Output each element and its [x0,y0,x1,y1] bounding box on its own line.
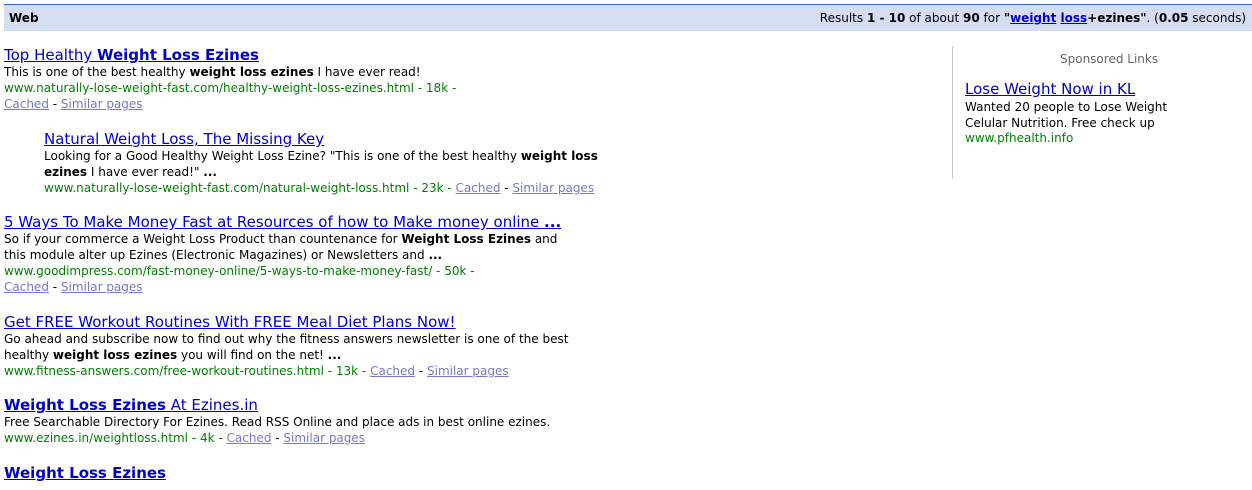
ad-title-link[interactable]: Lose Weight Now in KL [965,80,1135,98]
result-url-meta: www.ezines.in/weightloss.html - 4k - Cac… [4,430,550,446]
cached-link[interactable]: Cached [4,97,49,111]
result-title-link[interactable]: Get FREE Workout Routines With FREE Meal… [4,313,568,331]
snippet-text: I have ever read!" [87,165,204,179]
result-snippet: So if your commerce a Weight Loss Produc… [4,231,561,263]
meta-sep: - [500,181,513,195]
cached-link[interactable]: Cached [370,364,415,378]
query-term-weight-link[interactable]: weight [1010,11,1056,25]
query-rest: +ezines" [1087,11,1147,25]
result-url: www.naturally-lose-weight-fast.com/natur… [44,181,456,195]
ad-url: www.pfhealth.info [965,131,1074,145]
result-title-text: 5 Ways To Make Money Fast at Resources o… [4,213,545,231]
snippet-ellipsis: ... [428,248,443,262]
result-item: Get FREE Workout Routines With FREE Meal… [4,313,568,379]
snippet-bold: ezines [44,165,88,179]
snippet-text: So if your commerce a Weight Loss Produc… [4,232,402,246]
cached-link[interactable]: Cached [456,181,501,195]
result-title-text: At Ezines.in [165,396,258,414]
snippet-text: healthy [4,348,53,362]
similar-pages-link[interactable]: Similar pages [283,431,365,445]
snippet-bold: Weight Loss Ezines [401,232,531,246]
time-prefix: . ( [1146,11,1159,25]
result-item: Weight Loss Ezines At Ezines.in Free Sea… [4,396,550,446]
result-item-indented: Natural Weight Loss, The Missing Key Loo… [44,130,598,196]
result-item: 5 Ways To Make Money Fast at Resources o… [4,213,561,295]
result-title-link[interactable]: Weight Loss Ezines At Ezines.in [4,396,550,414]
snippet-bold: weight loss ezines [52,348,178,362]
of-about-text: of about [905,11,963,25]
result-title-link[interactable]: Weight Loss Ezines [4,464,166,482]
results-header-bar: Web Results 1 - 10 of about 90 for "weig… [4,5,1252,31]
query-term-loss-link[interactable]: loss [1061,11,1088,25]
meta-sep: - [271,431,284,445]
result-url: www.fitness-answers.com/free-workout-rou… [4,364,371,378]
snippet-text: and [531,232,558,246]
snippet-text: Looking for a Good Healthy Weight Loss E… [44,149,521,163]
result-title-bold: Weight Loss Ezines [4,396,166,414]
results-stats: Results 1 - 10 of about 90 for "weight l… [820,11,1246,25]
result-title-link[interactable]: Top Healthy Weight Loss Ezines [4,46,456,64]
sponsored-links-header: Sponsored Links [1060,52,1159,66]
ad-text: Wanted 20 people to Lose Weight Celular … [965,100,1168,130]
total-count: 90 [962,11,980,25]
result-item: Top Healthy Weight Loss Ezines This is o… [4,46,456,112]
result-title-link[interactable]: 5 Ways To Make Money Fast at Resources o… [4,213,561,231]
similar-pages-link[interactable]: Similar pages [427,364,509,378]
result-url-meta: www.fitness-answers.com/free-workout-rou… [4,363,568,379]
result-item: Weight Loss Ezines [4,464,166,482]
stats-prefix: Results [819,11,867,25]
result-snippet: Looking for a Good Healthy Weight Loss E… [44,148,598,180]
cached-link[interactable]: Cached [4,280,49,294]
ads-divider [952,46,953,179]
range-sep: - [875,11,889,25]
snippet-text: this module alter up Ezines (Electronic … [4,248,429,262]
result-title-bold: Weight Loss Ezines [96,46,259,64]
meta-sep: - [415,364,427,378]
snippet-bold: weight loss ezines [189,65,314,79]
for-text: for [979,11,1004,25]
similar-pages-link[interactable]: Similar pages [512,181,594,195]
result-url: www.ezines.in/weightloss.html - 4k - [4,431,227,445]
result-url: www.naturally-lose-weight-fast.com/healt… [4,81,457,95]
result-meta: Cached - Similar pages [4,96,456,112]
web-label: Web [9,11,39,25]
range-end: 10 [888,11,906,25]
result-title-bold: Weight Loss Ezines [4,464,166,482]
meta-sep: - [48,280,61,294]
result-title-text: Top Healthy [4,46,97,64]
result-url: www.goodimpress.com/fast-money-online/5-… [4,264,475,278]
search-time: 0.05 [1158,11,1189,25]
snippet-ellipsis: ... [203,165,217,179]
result-snippet: This is one of the best healthy weight l… [4,64,456,80]
snippet-text: I have ever read! [313,65,421,79]
snippet-text: This is one of the best healthy [4,65,190,79]
time-suffix: seconds) [1188,11,1246,25]
similar-pages-link[interactable]: Similar pages [61,97,143,111]
result-url-meta: www.naturally-lose-weight-fast.com/natur… [44,180,598,196]
result-title-ellipsis: ... [544,213,562,231]
snippet-text: Go ahead and subscribe now to find out w… [4,332,569,346]
snippet-ellipsis: ... [327,348,342,362]
cached-link[interactable]: Cached [227,431,272,445]
result-snippet: Go ahead and subscribe now to find out w… [4,331,568,363]
result-snippet: Free Searchable Directory For Ezines. Re… [4,415,551,429]
meta-sep: - [48,97,61,111]
snippet-text: you will find on the net! [177,348,328,362]
snippet-bold: weight loss [520,149,598,163]
result-title-link[interactable]: Natural Weight Loss, The Missing Key [44,130,598,148]
result-meta: Cached - Similar pages [4,279,561,295]
similar-pages-link[interactable]: Similar pages [61,280,143,294]
